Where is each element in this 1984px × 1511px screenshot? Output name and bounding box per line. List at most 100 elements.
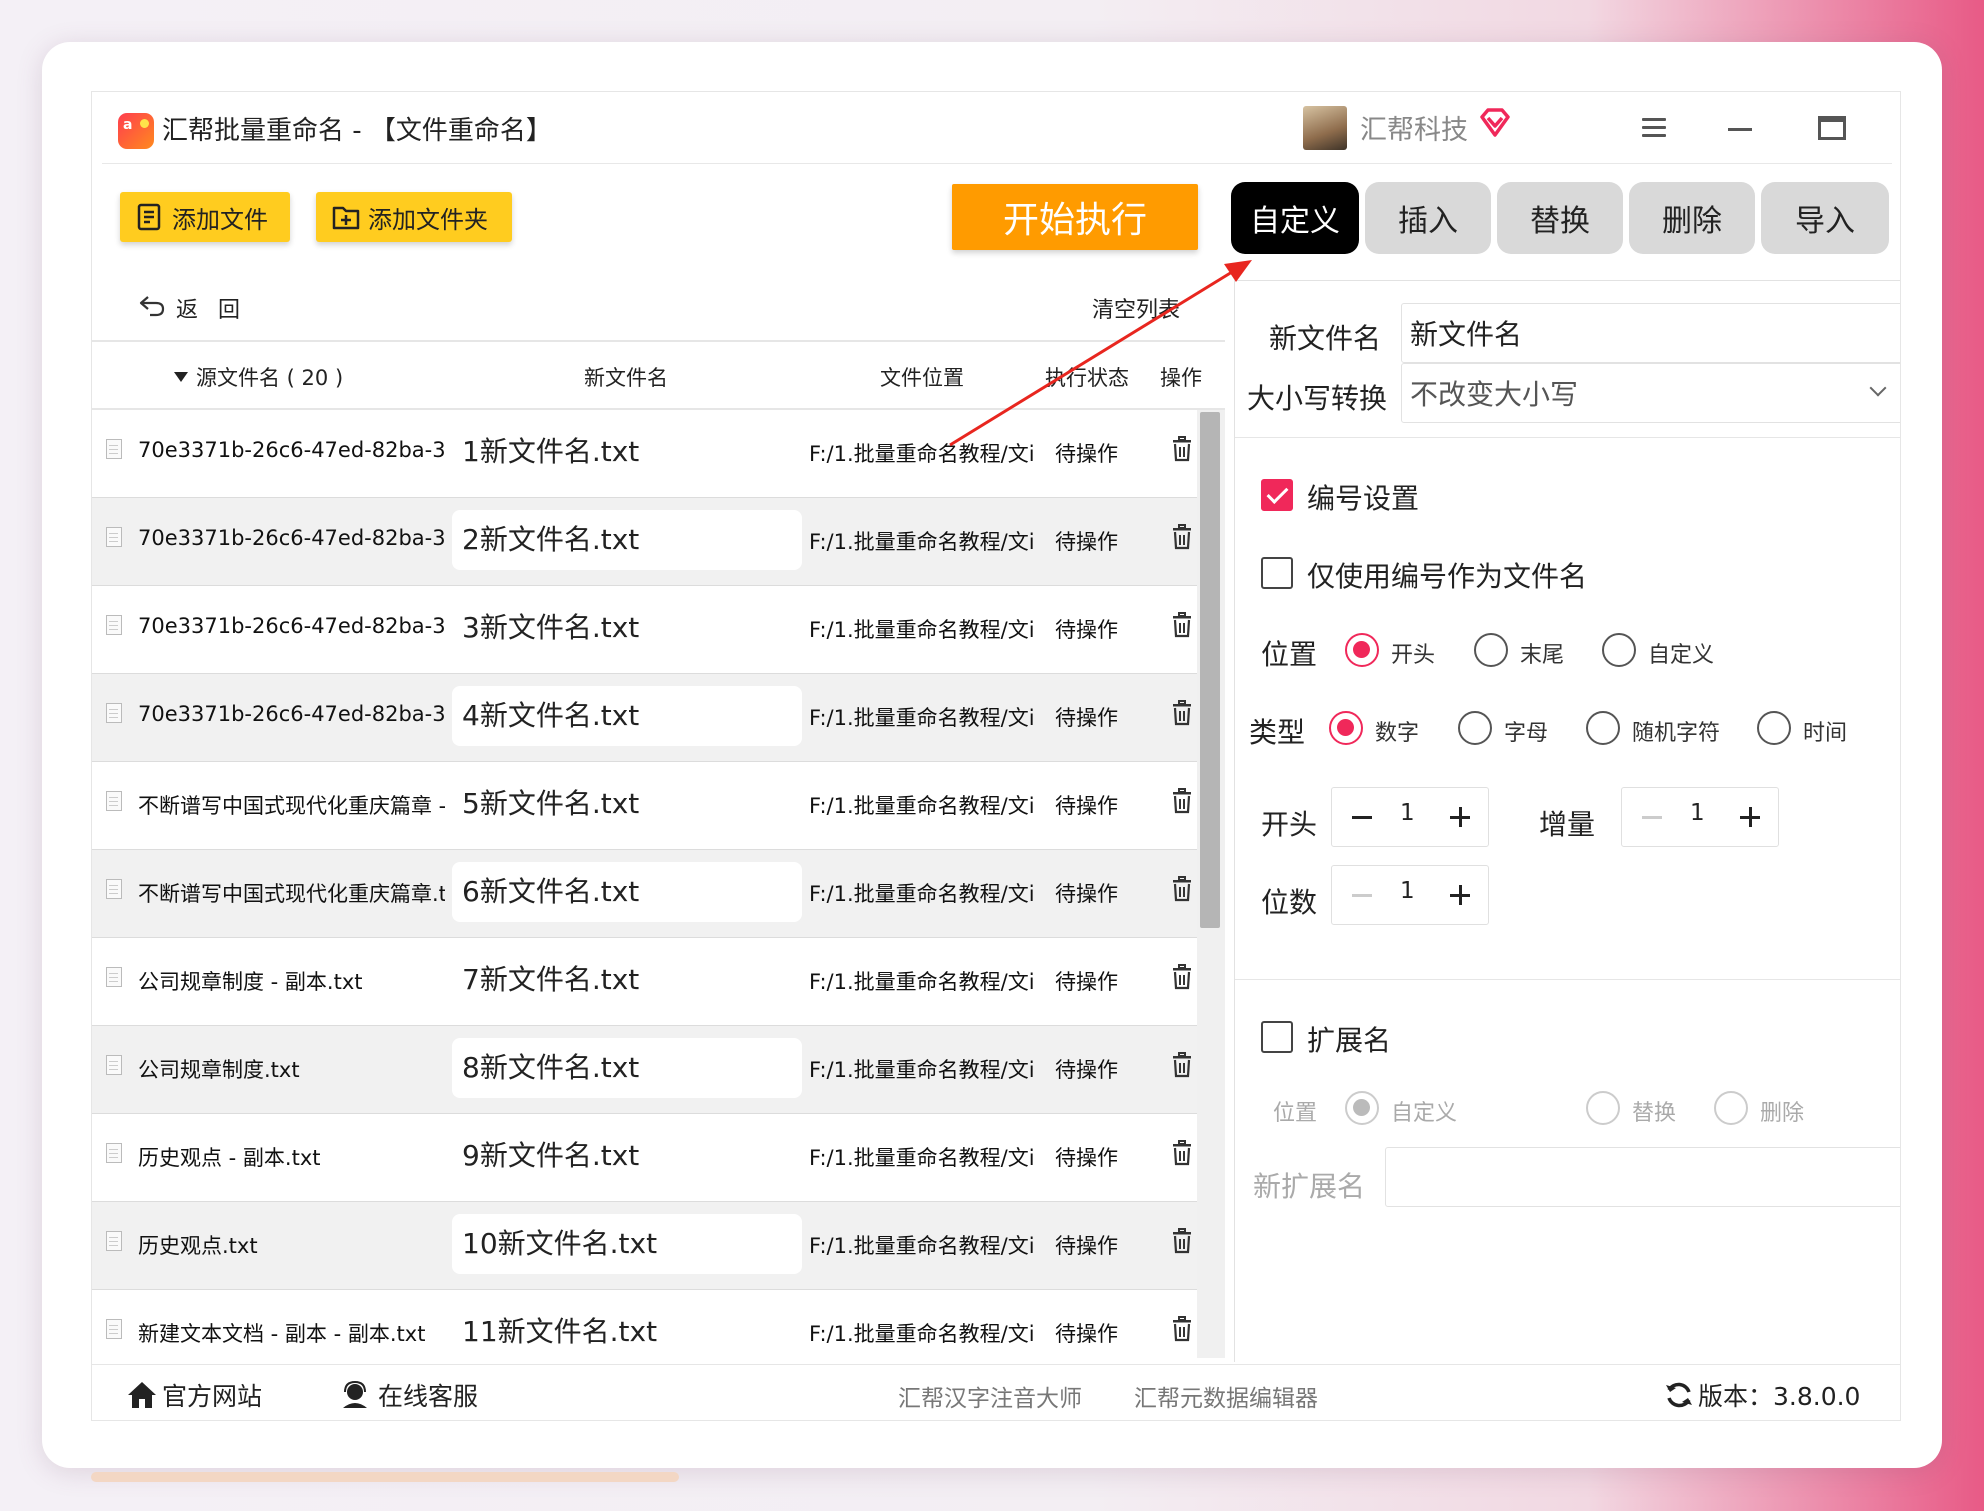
new-filename[interactable]: 3新文件名.txt [452, 598, 802, 658]
avatar[interactable] [1303, 106, 1347, 150]
file-icon [106, 527, 122, 547]
digits-value[interactable]: 1 [1400, 878, 1415, 904]
file-location: F:/1.批量重命名教程/文i [809, 618, 1033, 642]
minus-icon[interactable] [1352, 816, 1372, 819]
delete-icon[interactable] [1170, 524, 1194, 554]
minus-icon[interactable] [1642, 816, 1662, 819]
start-value[interactable]: 1 [1400, 800, 1415, 826]
source-filename: 历史观点.txt [138, 1234, 258, 1258]
type-letter-radio[interactable] [1458, 711, 1492, 745]
menu-icon[interactable] [1642, 118, 1666, 137]
type-random-radio[interactable] [1586, 711, 1620, 745]
numbering-checkbox[interactable] [1261, 479, 1293, 511]
new-name-input[interactable]: 新文件名 [1401, 303, 1900, 363]
minimize-icon[interactable] [1728, 128, 1752, 131]
add-folder-button[interactable]: 添加文件夹 [316, 192, 512, 242]
table-row[interactable]: 公司规章制度 - 副本.txt 7新文件名.txt F:/1.批量重命名教程/文i 待… [92, 938, 1225, 1026]
file-location: F:/1.批量重命名教程/文i [809, 882, 1033, 906]
new-filename[interactable]: 4新文件名.txt [452, 686, 802, 746]
delete-icon[interactable] [1170, 1316, 1194, 1346]
source-filename: 不断谱写中国式现代化重庆篇章.t [138, 882, 445, 906]
table-row[interactable]: 70e3371b-26c6-47ed-82ba-3e 3新文件名.txt F:/1.… [92, 586, 1225, 674]
new-extension-label: 新扩展名 [1253, 1170, 1366, 1203]
metadata-editor-link[interactable]: 汇帮元数据编辑器 [1134, 1379, 1318, 1413]
delete-icon[interactable] [1170, 788, 1194, 818]
position-label: 位置 [1261, 638, 1318, 671]
table-row[interactable]: 历史观点.txt 10新文件名.txt F:/1.批量重命名教程/文i 待操作 [92, 1202, 1225, 1290]
position-start-radio[interactable] [1345, 633, 1379, 667]
table-row[interactable]: 历史观点 - 副本.txt 9新文件名.txt F:/1.批量重命名教程/文i 待操作 [92, 1114, 1225, 1202]
plus-icon[interactable] [1740, 807, 1760, 827]
back-icon[interactable] [138, 294, 166, 318]
new-filename[interactable]: 1新文件名.txt [452, 422, 802, 482]
new-filename[interactable]: 8新文件名.txt [452, 1038, 802, 1098]
only-number-checkbox[interactable] [1261, 557, 1293, 589]
user-name[interactable]: 汇帮科技 [1360, 108, 1468, 147]
delete-icon[interactable] [1170, 700, 1194, 730]
delete-icon[interactable] [1170, 1228, 1194, 1258]
plus-icon[interactable] [1450, 807, 1470, 827]
table-row[interactable]: 70e3371b-26c6-47ed-82ba-3e 4新文件名.txt F:/1.… [92, 674, 1225, 762]
start-stepper[interactable]: 1 [1331, 787, 1489, 847]
minus-icon[interactable] [1352, 894, 1372, 897]
pinyin-master-link[interactable]: 汇帮汉字注音大师 [898, 1379, 1082, 1413]
list-header: 源文件名 ( 20 ) 新文件名 文件位置 执行状态 操作 [92, 340, 1225, 410]
online-support-link[interactable]: 在线客服 [340, 1377, 478, 1413]
sort-down-icon[interactable] [174, 372, 188, 382]
type-number-radio[interactable] [1329, 711, 1363, 745]
delete-icon[interactable] [1170, 612, 1194, 642]
maximize-icon[interactable] [1818, 116, 1846, 140]
only-number-label: 仅使用编号作为文件名 [1307, 560, 1588, 593]
ext-delete-radio[interactable] [1714, 1091, 1748, 1125]
table-row[interactable]: 70e3371b-26c6-47ed-82ba-3e 2新文件名.txt F:/1.… [92, 498, 1225, 586]
ext-replace-radio[interactable] [1586, 1091, 1620, 1125]
new-filename[interactable]: 6新文件名.txt [452, 862, 802, 922]
new-filename[interactable]: 7新文件名.txt [452, 950, 802, 1010]
new-filename[interactable]: 9新文件名.txt [452, 1126, 802, 1186]
table-row[interactable]: 新建文本文档 - 副本 - 副本.txt 11新文件名.txt F:/1.批量重命名… [92, 1290, 1225, 1358]
ext-custom-radio[interactable] [1345, 1091, 1379, 1125]
file-icon [106, 1319, 122, 1339]
delete-icon[interactable] [1170, 964, 1194, 994]
add-file-button[interactable]: 添加文件 [120, 192, 290, 242]
vip-diamond-icon[interactable] [1478, 106, 1512, 140]
tab-delete[interactable]: 删除 [1629, 182, 1755, 254]
ext-position-label: 位置 [1273, 1101, 1318, 1126]
extension-checkbox[interactable] [1261, 1021, 1293, 1053]
source-filename: 新建文本文档 - 副本 - 副本.txt [138, 1322, 426, 1346]
table-row[interactable]: 70e3371b-26c6-47ed-82ba-3e 1新文件名.txt F:/1.… [92, 410, 1225, 498]
tab-insert[interactable]: 插入 [1365, 182, 1491, 254]
increment-value[interactable]: 1 [1690, 800, 1705, 826]
tab-replace[interactable]: 替换 [1497, 182, 1623, 254]
add-folder-icon [332, 206, 360, 230]
delete-icon[interactable] [1170, 876, 1194, 906]
delete-icon[interactable] [1170, 1140, 1194, 1170]
official-website-link[interactable]: 官方网站 [126, 1377, 262, 1413]
scrollbar-thumb[interactable] [1200, 412, 1220, 928]
table-row[interactable]: 公司规章制度.txt 8新文件名.txt F:/1.批量重命名教程/文i 待操作 [92, 1026, 1225, 1114]
version-info[interactable]: 版本：3.8.0.0 [1664, 1377, 1860, 1413]
tab-import[interactable]: 导入 [1761, 182, 1889, 254]
back-button[interactable]: 返回 [176, 292, 260, 324]
new-filename[interactable]: 2新文件名.txt [452, 510, 802, 570]
position-custom-radio[interactable] [1602, 633, 1636, 667]
position-end-radio[interactable] [1474, 633, 1508, 667]
new-filename[interactable]: 11新文件名.txt [452, 1302, 802, 1358]
increment-stepper[interactable]: 1 [1621, 787, 1779, 847]
start-button[interactable]: 开始执行 [952, 184, 1198, 250]
type-time-radio[interactable] [1757, 711, 1791, 745]
new-filename[interactable]: 5新文件名.txt [452, 774, 802, 834]
execution-status: 待操作 [1055, 530, 1118, 554]
new-filename[interactable]: 10新文件名.txt [452, 1214, 802, 1274]
table-row[interactable]: 不断谱写中国式现代化重庆篇章.t 6新文件名.txt F:/1.批量重命名教程/文i… [92, 850, 1225, 938]
digits-stepper[interactable]: 1 [1331, 865, 1489, 925]
new-extension-input[interactable] [1385, 1147, 1900, 1207]
delete-icon[interactable] [1170, 436, 1194, 466]
table-row[interactable]: 不断谱写中国式现代化重庆篇章 - 5新文件名.txt F:/1.批量重命名教程/文i… [92, 762, 1225, 850]
header-source[interactable]: 源文件名 ( 20 ) [196, 362, 343, 392]
plus-icon[interactable] [1450, 885, 1470, 905]
tab-custom[interactable]: 自定义 [1231, 182, 1359, 254]
delete-icon[interactable] [1170, 1052, 1194, 1082]
case-select[interactable]: 不改变大小写 [1401, 363, 1900, 423]
clear-list-button[interactable]: 清空列表 [1092, 292, 1180, 324]
